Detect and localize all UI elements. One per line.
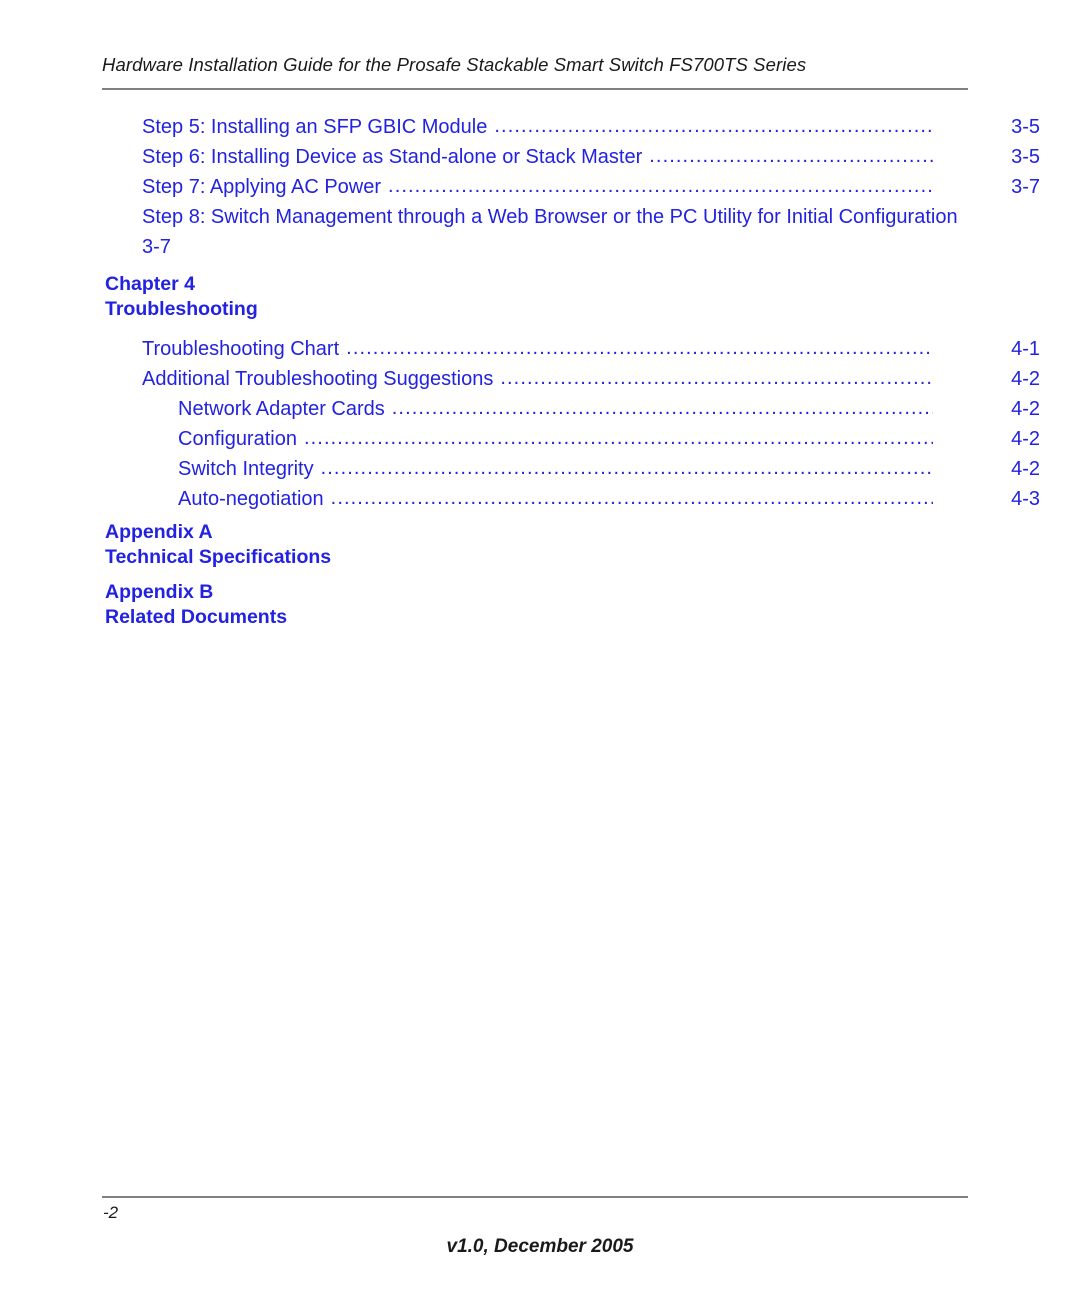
running-header: Hardware Installation Guide for the Pros… (102, 54, 968, 76)
toc-entry-label: Configuration (178, 428, 297, 450)
toc-leader-dots: ........................................… (494, 115, 933, 137)
toc-entry[interactable]: Network Adapter Cards ..................… (0, 394, 1080, 424)
toc-leader-dots: ........................................… (388, 175, 933, 197)
toc-leader-dots: ........................................… (303, 427, 933, 449)
toc-entry-label: Step 6: Installing Device as Stand-alone… (142, 146, 643, 168)
toc-leader-dots: ........................................… (330, 487, 933, 509)
appendix-heading-title: Technical Specifications (105, 546, 332, 568)
toc-entry[interactable]: Configuration ..........................… (0, 424, 1080, 454)
chapter-heading-4: Chapter 4 Troubleshooting (0, 272, 1080, 322)
toc-entry-page: 4-1 (1011, 338, 1040, 360)
toc-entry-page: 3-5 (1011, 116, 1040, 138)
toc-entry-label: Network Adapter Cards (178, 398, 385, 420)
toc-entry-label: Troubleshooting Chart (142, 338, 340, 360)
toc-entry[interactable]: Step 7: Applying AC Power ..............… (0, 172, 1080, 202)
toc-entry-label: Step 5: Installing an SFP GBIC Module (142, 116, 488, 138)
appendix-heading-title: Related Documents (105, 606, 288, 628)
toc-entry-label: Step 8: Switch Management through a Web … (142, 206, 958, 228)
toc-entry-page: 4-3 (1011, 488, 1040, 510)
toc-entry-label: Step 7: Applying AC Power (142, 176, 382, 198)
toc-entry-page: 3-5 (1011, 146, 1040, 168)
toc-leader-dots: ........................................… (320, 457, 933, 479)
header-rule (102, 88, 968, 90)
appendix-heading-letter: Appendix B (105, 581, 214, 603)
toc-entry[interactable]: Auto-negotiation .......................… (0, 484, 1080, 514)
toc-leader-dots: ........................................… (500, 367, 933, 389)
toc-entry-label: Auto-negotiation (178, 488, 324, 510)
chapter-heading-number: Chapter 4 (105, 273, 195, 295)
toc-entry-label: Additional Troubleshooting Suggestions (142, 368, 494, 390)
toc-leader-dots: ........................................… (649, 145, 933, 167)
footer-page-number: -2 (103, 1203, 119, 1222)
footer-version: v1.0, December 2005 (446, 1236, 634, 1257)
appendix-heading-a: Appendix A Technical Specifications (0, 520, 1080, 570)
table-of-contents: Step 5: Installing an SFP GBIC Module ..… (0, 112, 1080, 630)
toc-entry[interactable]: Switch Integrity .......................… (0, 454, 1080, 484)
appendix-heading-letter: Appendix A (105, 521, 213, 543)
toc-entry[interactable]: Step 8: Switch Management through a Web … (0, 202, 1080, 262)
toc-entry[interactable]: Troubleshooting Chart ..................… (0, 334, 1080, 364)
toc-entry-page: 3-7 (1011, 176, 1040, 198)
chapter-heading-title: Troubleshooting (105, 298, 258, 320)
footer-rule (102, 1196, 968, 1198)
document-page: Hardware Installation Guide for the Pros… (0, 0, 1080, 1296)
toc-entry[interactable]: Additional Troubleshooting Suggestions .… (0, 364, 1080, 394)
toc-entry[interactable]: Step 6: Installing Device as Stand-alone… (0, 142, 1080, 172)
toc-entry-label: Switch Integrity (178, 458, 314, 480)
toc-entry-page: 4-2 (1011, 428, 1040, 450)
toc-entry-page: 3-7 (142, 236, 171, 258)
toc-leader-dots: ........................................… (391, 397, 933, 419)
header-title: Hardware Installation Guide for the Pros… (102, 54, 807, 75)
toc-leader-dots: ........................................… (346, 337, 933, 359)
toc-entry[interactable]: Step 5: Installing an SFP GBIC Module ..… (0, 112, 1080, 142)
toc-entry-page: 4-2 (1011, 398, 1040, 420)
toc-entry-page: 4-2 (1011, 458, 1040, 480)
toc-entry-page: 4-2 (1011, 368, 1040, 390)
appendix-heading-b: Appendix B Related Documents (0, 580, 1080, 630)
